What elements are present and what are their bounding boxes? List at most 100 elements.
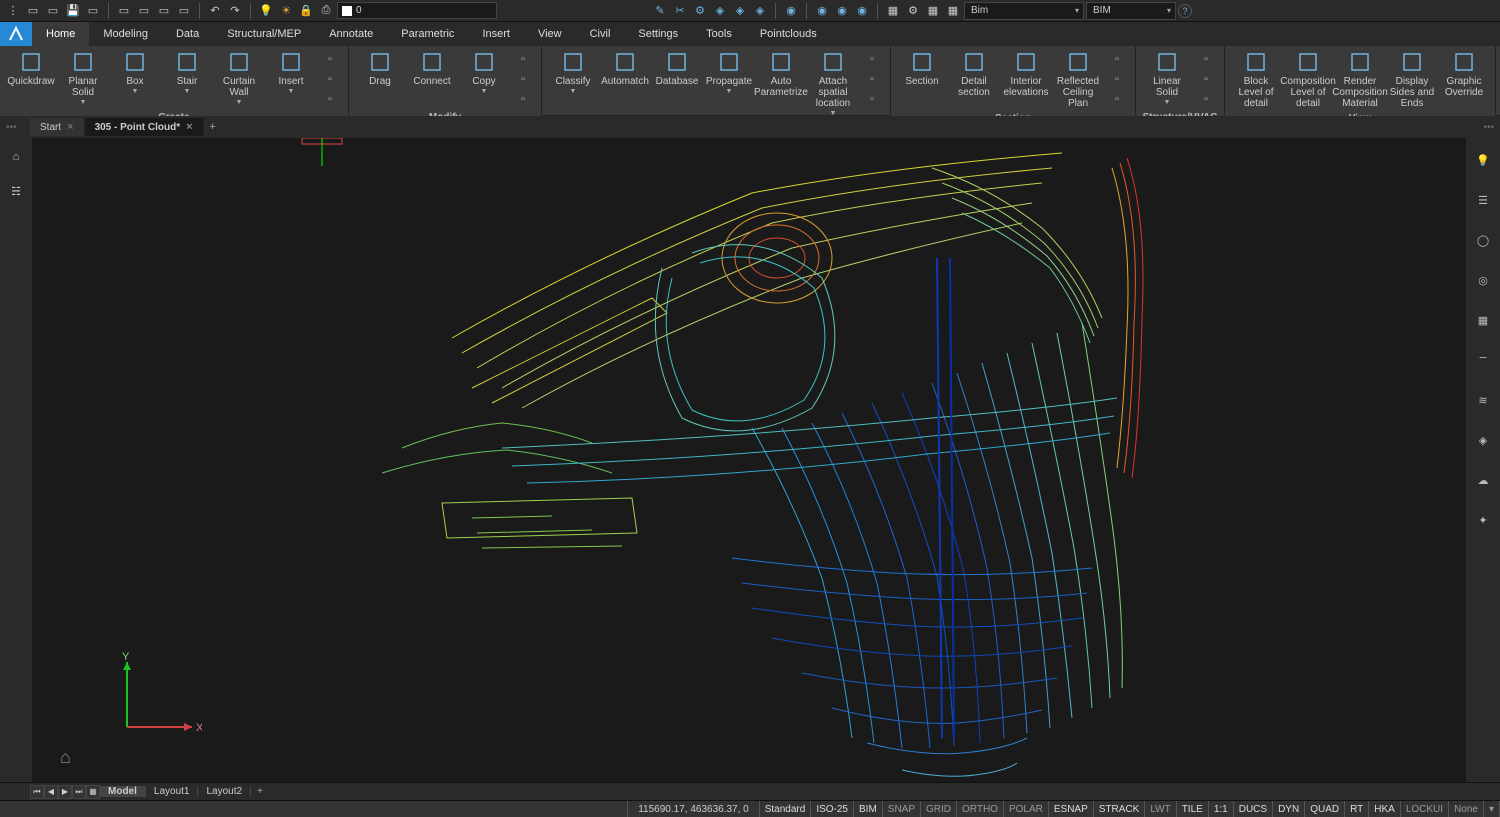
- ribbon-compositionlevelofdetail-button[interactable]: Composition Level of detail: [1283, 48, 1333, 111]
- ribbon-stair-button[interactable]: Stair▼: [162, 48, 212, 97]
- ribbon-connect-button[interactable]: Connect: [407, 48, 457, 89]
- ribbon-small-button[interactable]: ▫: [513, 90, 533, 108]
- cube-icon-3[interactable]: ◉: [833, 2, 851, 20]
- menu-view[interactable]: View: [524, 22, 576, 46]
- cube-icon-2[interactable]: ◉: [813, 2, 831, 20]
- panel-icon-2[interactable]: ▦: [924, 2, 942, 20]
- status-ducs[interactable]: DUCS: [1234, 801, 1273, 817]
- status-iso25[interactable]: ISO-25: [811, 801, 854, 817]
- lightbulb-icon[interactable]: 💡: [1471, 148, 1495, 172]
- status-dropdown-icon[interactable]: ▾: [1484, 801, 1500, 817]
- cube-icon-1[interactable]: ◉: [782, 2, 800, 20]
- ibeam-icon[interactable]: Ⲻ: [1471, 348, 1495, 372]
- tool-icon-2[interactable]: ✂: [671, 2, 689, 20]
- layout-first-button[interactable]: ⏮: [30, 785, 44, 799]
- menu-parametric[interactable]: Parametric: [387, 22, 468, 46]
- tool-icon-5[interactable]: ◈: [731, 2, 749, 20]
- ribbon-small-button[interactable]: ▫: [862, 90, 882, 108]
- status-ortho[interactable]: ORTHO: [957, 801, 1004, 817]
- ribbon-small-button[interactable]: ▫: [862, 70, 882, 88]
- status-polar[interactable]: POLAR: [1004, 801, 1049, 817]
- ribbon-detailsection-button[interactable]: Detail section: [949, 48, 999, 100]
- status-11[interactable]: 1:1: [1209, 801, 1234, 817]
- tool-icon-3[interactable]: ⚙: [691, 2, 709, 20]
- ribbon-curtainwall-button[interactable]: Curtain Wall▼: [214, 48, 264, 108]
- ribbon-autoparametrize-button[interactable]: Auto Parametrize: [756, 48, 806, 100]
- cube-icon-4[interactable]: ◉: [853, 2, 871, 20]
- layout-tab-layout2[interactable]: Layout2: [198, 786, 251, 797]
- add-tab-button[interactable]: +: [204, 121, 222, 133]
- layout-tab-model[interactable]: Model: [100, 786, 146, 797]
- ribbon-small-button[interactable]: ▫: [1107, 50, 1127, 68]
- cloud-icon[interactable]: ☁: [1471, 468, 1495, 492]
- ribbon-small-button[interactable]: ▫: [862, 50, 882, 68]
- ribbon-blocklevelofdetail-button[interactable]: Block Level of detail: [1231, 48, 1281, 111]
- menu-civil[interactable]: Civil: [576, 22, 625, 46]
- ribbon-insert-button[interactable]: Insert▼: [266, 48, 316, 97]
- status-rt[interactable]: RT: [1345, 801, 1369, 817]
- status-dyn[interactable]: DYN: [1273, 801, 1305, 817]
- paste-icon[interactable]: ▭: [155, 2, 173, 20]
- ribbon-database-button[interactable]: Database: [652, 48, 702, 89]
- ribbon-reflectedceilingplan-button[interactable]: Reflected Ceiling Plan: [1053, 48, 1103, 111]
- ribbon-section-button[interactable]: Section: [897, 48, 947, 89]
- ribbon-linearsolid-button[interactable]: Linear Solid▼: [1142, 48, 1192, 108]
- menu-tools[interactable]: Tools: [692, 22, 746, 46]
- star-icon[interactable]: ✦: [1471, 508, 1495, 532]
- ribbon-interiorelevations-button[interactable]: Interior elevations: [1001, 48, 1051, 100]
- ribbon-rendercompositionmaterial-button[interactable]: Render Composition Material: [1335, 48, 1385, 111]
- ribbon-small-button[interactable]: ▫: [1107, 70, 1127, 88]
- drawing-canvas[interactable]: X Y ⌂: [32, 138, 1466, 782]
- ribbon-small-button[interactable]: ▫: [1196, 50, 1216, 68]
- cut-icon[interactable]: ▭: [115, 2, 133, 20]
- workspace-dropdown-1[interactable]: Bim: [964, 2, 1084, 20]
- panel-icon-1[interactable]: ▦: [884, 2, 902, 20]
- ribbon-small-button[interactable]: ▫: [513, 50, 533, 68]
- status-esnap[interactable]: ESNAP: [1049, 801, 1094, 817]
- lock-icon[interactable]: 🔒: [297, 2, 315, 20]
- redo-icon[interactable]: ↷: [226, 2, 244, 20]
- tool-icon-1[interactable]: ✎: [651, 2, 669, 20]
- ribbon-automatch-button[interactable]: Automatch: [600, 48, 650, 89]
- ribbon-small-button[interactable]: ▫: [320, 90, 340, 108]
- status-bim[interactable]: BIM: [854, 801, 883, 817]
- layout-prev-button[interactable]: ◀: [44, 785, 58, 799]
- gear-icon[interactable]: ⚙: [904, 2, 922, 20]
- layout-grid-button[interactable]: ▦: [86, 785, 100, 799]
- menu-structuralmep[interactable]: Structural/MEP: [213, 22, 315, 46]
- status-grid[interactable]: GRID: [921, 801, 957, 817]
- ribbon-small-button[interactable]: ▫: [320, 70, 340, 88]
- layout-next-button[interactable]: ▶: [58, 785, 72, 799]
- save-icon[interactable]: 💾: [64, 2, 82, 20]
- ribbon-small-button[interactable]: ▫: [1196, 90, 1216, 108]
- ribbon-quickdraw-button[interactable]: Quickdraw: [6, 48, 56, 89]
- ribbon-copy-button[interactable]: Copy▼: [459, 48, 509, 97]
- ribbon-attachspatiallocation-button[interactable]: Attach spatial location▼: [808, 48, 858, 119]
- ribbon-small-button[interactable]: ▫: [1196, 70, 1216, 88]
- undo-icon[interactable]: ↶: [206, 2, 224, 20]
- ribbon-small-button[interactable]: ▫: [1107, 90, 1127, 108]
- layer-current-dropdown[interactable]: 0: [337, 2, 497, 19]
- open-icon[interactable]: ▭: [44, 2, 62, 20]
- panel-icon-3[interactable]: ▦: [944, 2, 962, 20]
- status-lwt[interactable]: LWT: [1145, 801, 1176, 817]
- match-icon[interactable]: ▭: [175, 2, 193, 20]
- ribbon-classify-button[interactable]: Classify▼: [548, 48, 598, 97]
- status-coordinates[interactable]: 115690.17, 463636.37, 0: [627, 801, 759, 817]
- doc-tab-pointcloud[interactable]: 305 - Point Cloud* ×: [85, 118, 204, 136]
- ribbon-small-button[interactable]: ▫: [320, 50, 340, 68]
- status-lockui[interactable]: LOCKUI: [1401, 801, 1449, 817]
- tree-icon[interactable]: ☵: [5, 180, 27, 202]
- ribbon-displaysidesandends-button[interactable]: Display Sides and Ends: [1387, 48, 1437, 111]
- menu-insert[interactable]: Insert: [468, 22, 524, 46]
- menu-home[interactable]: Home: [32, 22, 89, 46]
- menu-pointclouds[interactable]: Pointclouds: [746, 22, 831, 46]
- status-strack[interactable]: STRACK: [1094, 801, 1146, 817]
- layout-add-button[interactable]: +: [251, 786, 269, 797]
- ribbon-drag-button[interactable]: Drag: [355, 48, 405, 89]
- help-icon[interactable]: ?: [1178, 4, 1192, 18]
- status-snap[interactable]: SNAP: [883, 801, 921, 817]
- menu-annotate[interactable]: Annotate: [315, 22, 387, 46]
- status-none[interactable]: None: [1449, 801, 1484, 817]
- app-logo-icon[interactable]: [0, 22, 32, 46]
